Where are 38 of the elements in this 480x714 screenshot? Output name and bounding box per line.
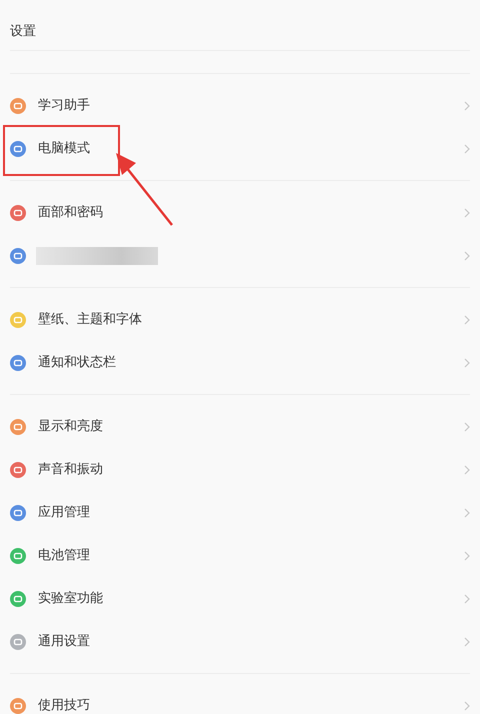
settings-item[interactable]: 显示和亮度 xyxy=(0,405,480,448)
chevron-icon xyxy=(464,208,470,218)
chevron-icon xyxy=(464,636,470,646)
settings-item[interactable]: 声音和振动 xyxy=(0,448,480,491)
item-label: 通知和状态栏 xyxy=(38,354,116,372)
settings-item[interactable]: 通知和状态栏 xyxy=(0,341,480,384)
settings-item[interactable]: 学习助手 xyxy=(0,84,480,127)
settings-item[interactable]: 实验室功能 xyxy=(0,577,480,620)
chevron-icon xyxy=(464,550,470,560)
chevron-icon xyxy=(464,700,470,710)
settings-item[interactable]: 面部和密码 xyxy=(0,191,480,234)
settings-item[interactable]: 电池管理 xyxy=(0,534,480,577)
chevron-icon xyxy=(464,100,470,110)
settings-item[interactable]: 电脑模式 xyxy=(0,127,480,170)
settings-item[interactable]: 使用技巧 xyxy=(0,684,480,714)
item-label: 通用设置 xyxy=(38,632,90,651)
item-label: 学习助手 xyxy=(38,96,90,115)
chevron-icon xyxy=(464,422,470,432)
item-label: 实验室功能 xyxy=(38,590,103,608)
item-label: 应用管理 xyxy=(38,504,90,522)
item-label: 电池管理 xyxy=(38,546,90,565)
chevron-icon xyxy=(464,250,470,260)
chevron-icon xyxy=(464,508,470,518)
chevron-icon xyxy=(464,144,470,154)
item-label: 显示和亮度 xyxy=(38,418,103,436)
chevron-icon xyxy=(464,464,470,474)
item-label: 使用技巧 xyxy=(38,696,90,714)
settings-item[interactable]: 应用管理 xyxy=(0,491,480,534)
item-label: 面部和密码 xyxy=(38,204,103,222)
chevron-icon xyxy=(464,358,470,368)
item-label: 壁纸、主题和字体 xyxy=(38,310,142,329)
chevron-icon xyxy=(464,314,470,324)
page-title: 设置 xyxy=(10,23,36,41)
item-label: 声音和振动 xyxy=(38,460,103,479)
chevron-icon xyxy=(464,594,470,604)
settings-item[interactable]: 壁纸、主题和字体 xyxy=(0,298,480,341)
settings-item[interactable]: 通用设置 xyxy=(0,620,480,663)
item-label: 电脑模式 xyxy=(38,140,90,158)
